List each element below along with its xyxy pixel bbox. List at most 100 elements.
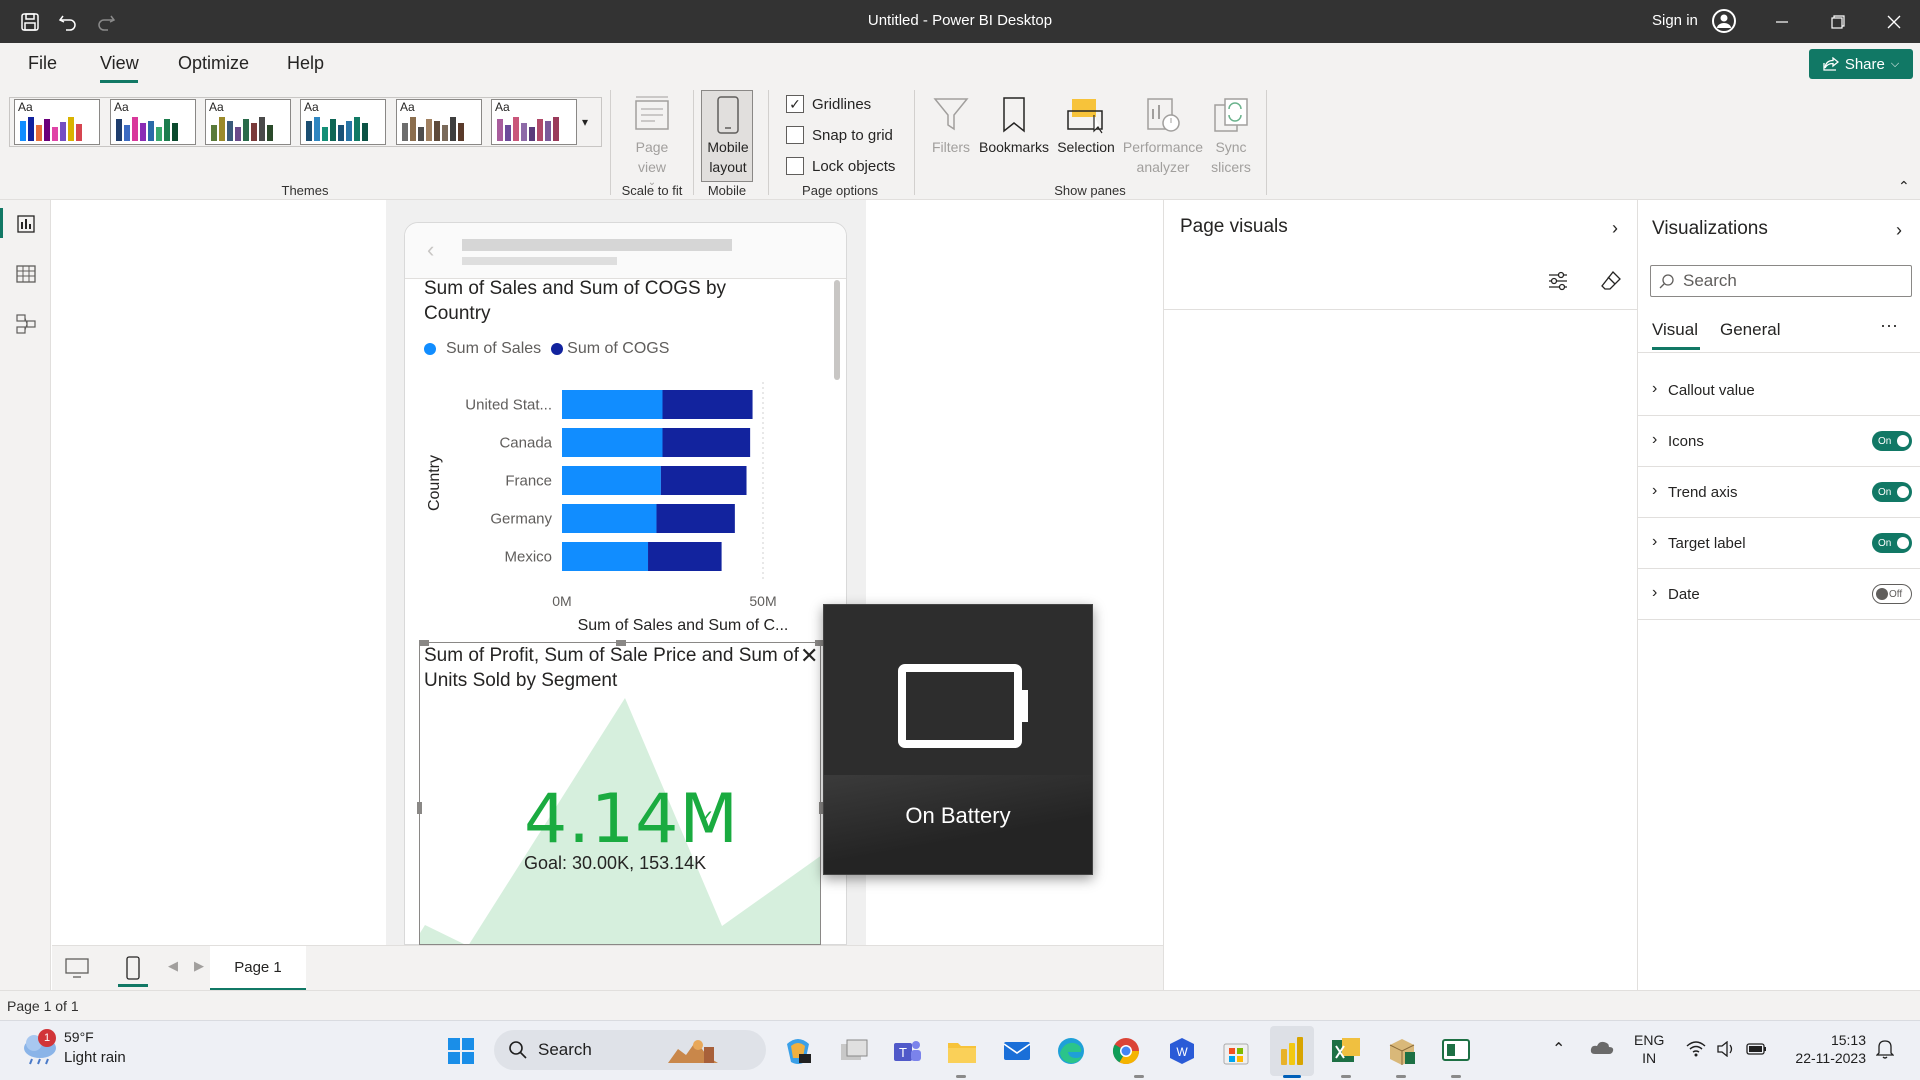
card-icons[interactable]: › Icons On: [1638, 416, 1920, 467]
model-view-icon[interactable]: [14, 312, 38, 336]
status-bar: Page 1 of 1: [0, 990, 1920, 1020]
wifi-icon[interactable]: [1686, 1041, 1706, 1062]
lock-objects-label: Lock objects: [812, 157, 896, 175]
phone-scrollbar[interactable]: [834, 280, 840, 380]
tab-general[interactable]: General: [1720, 320, 1780, 340]
bookmarks-button[interactable]: Bookmarks: [978, 93, 1050, 157]
visualizations-search-input[interactable]: Search: [1650, 265, 1912, 297]
power-bi-icon[interactable]: [1274, 1033, 1310, 1069]
taskbar-search-input[interactable]: Search: [494, 1030, 766, 1070]
tab-file[interactable]: File: [28, 53, 57, 74]
mobile-layout-button[interactable]: Mobile layout: [702, 93, 754, 177]
page-tab-page-1[interactable]: Page 1: [210, 946, 306, 991]
page-view-button[interactable]: Page view ⌄: [626, 93, 678, 193]
resize-handle[interactable]: [417, 802, 422, 814]
page-visuals-toolbar: [1164, 260, 1638, 310]
mobile-layout-icon[interactable]: [120, 956, 146, 980]
target-label-toggle[interactable]: On: [1872, 533, 1912, 553]
bar-cogs[interactable]: [648, 542, 722, 571]
copilot-icon[interactable]: [780, 1033, 816, 1069]
search-placeholder: Search: [1683, 271, 1737, 290]
store-icon[interactable]: [1218, 1033, 1254, 1069]
chevron-down-icon[interactable]: ▾: [582, 115, 588, 129]
performance-analyzer-button[interactable]: Performance analyzer: [1118, 93, 1208, 177]
mail-icon[interactable]: [999, 1033, 1035, 1069]
table-view-icon[interactable]: [14, 262, 38, 286]
theme-swatch-5[interactable]: Aa: [396, 99, 482, 145]
restore-icon[interactable]: [1826, 10, 1850, 34]
tab-view[interactable]: View: [100, 53, 139, 74]
report-view-icon[interactable]: [14, 212, 38, 236]
windows-start-icon[interactable]: [443, 1033, 479, 1069]
onedrive-icon[interactable]: [1590, 1039, 1614, 1060]
bar-sales[interactable]: [562, 542, 649, 571]
filter-icon: [933, 93, 969, 137]
date-toggle[interactable]: Off: [1872, 584, 1912, 604]
next-page-icon[interactable]: ▶: [194, 958, 204, 974]
close-icon[interactable]: [1882, 10, 1906, 34]
desktop-layout-icon[interactable]: [64, 956, 90, 980]
theme-swatch-6[interactable]: Aa: [491, 99, 577, 145]
close-icon[interactable]: ✕: [800, 643, 818, 669]
card-trend-axis[interactable]: › Trend axis On: [1638, 467, 1920, 518]
theme-swatch-3[interactable]: Aa: [205, 99, 291, 145]
bar-cogs[interactable]: [660, 466, 747, 495]
theme-swatch-1[interactable]: Aa: [14, 99, 100, 145]
card-target-label[interactable]: › Target label On: [1638, 518, 1920, 569]
bar-cogs[interactable]: [656, 504, 735, 533]
bar-sales[interactable]: [562, 428, 663, 457]
chevron-right-icon[interactable]: ›: [1612, 218, 1618, 239]
sign-in-link[interactable]: Sign in: [1652, 12, 1698, 29]
bar-chart[interactable]: United Stat... Canada France Germany Mexico 0…: [419, 370, 829, 640]
card-date[interactable]: › Date Off: [1638, 569, 1920, 620]
theme-aa: Aa: [18, 100, 33, 114]
bar-sales[interactable]: [562, 390, 663, 419]
clock[interactable]: 15:13 22-11-2023: [1786, 1031, 1866, 1067]
battery-icon: [898, 664, 1028, 748]
edge-icon[interactable]: [1053, 1033, 1089, 1069]
chrome-icon[interactable]: [1108, 1033, 1144, 1069]
language-indicator[interactable]: ENG IN: [1634, 1031, 1664, 1067]
filter-settings-icon[interactable]: [1547, 270, 1569, 297]
more-options-icon[interactable]: ···: [1880, 315, 1898, 336]
package-icon[interactable]: [1384, 1033, 1420, 1069]
card-callout-value[interactable]: › Callout value: [1638, 365, 1920, 416]
bar-cogs[interactable]: [662, 390, 753, 419]
weather-condition: Light rain: [64, 1049, 126, 1066]
share-button[interactable]: Share ⌵: [1809, 49, 1913, 79]
trend-axis-toggle[interactable]: On: [1872, 482, 1912, 502]
minimize-icon[interactable]: [1770, 10, 1794, 34]
chevron-up-icon[interactable]: ⌃: [1552, 1039, 1565, 1059]
selection-button[interactable]: Selection: [1054, 93, 1118, 157]
chevron-right-icon[interactable]: ›: [1896, 220, 1902, 241]
sync-slicers-button[interactable]: Sync slicers: [1208, 93, 1254, 177]
icons-toggle[interactable]: On: [1872, 431, 1912, 451]
account-icon[interactable]: [1712, 9, 1736, 33]
eraser-icon[interactable]: [1600, 270, 1622, 297]
volume-icon[interactable]: [1716, 1040, 1736, 1062]
bar-cogs[interactable]: [662, 428, 751, 457]
filters-button[interactable]: Filters: [928, 93, 974, 157]
snap-to-grid-checkbox[interactable]: Snap to grid: [786, 126, 893, 144]
excel-sheets-icon[interactable]: [1328, 1033, 1364, 1069]
theme-bars: [211, 117, 273, 141]
bar-sales[interactable]: [562, 504, 657, 533]
tab-optimize[interactable]: Optimize: [178, 53, 249, 74]
lock-objects-checkbox[interactable]: Lock objects: [786, 157, 895, 175]
tab-visual[interactable]: Visual: [1652, 320, 1698, 340]
battery-status-icon[interactable]: [1746, 1042, 1768, 1061]
remote-app-icon[interactable]: [1438, 1033, 1474, 1069]
theme-swatch-4[interactable]: Aa: [300, 99, 386, 145]
writer-icon[interactable]: W: [1164, 1033, 1200, 1069]
notification-bell-icon[interactable]: [1875, 1039, 1895, 1064]
collapse-ribbon-icon[interactable]: ⌃: [1898, 178, 1910, 195]
file-explorer-icon[interactable]: [944, 1033, 980, 1069]
task-view-icon[interactable]: [836, 1033, 872, 1069]
gridlines-checkbox[interactable]: ✓ Gridlines: [786, 95, 871, 113]
bar-sales[interactable]: [562, 466, 661, 495]
teams-icon[interactable]: T: [889, 1033, 925, 1069]
theme-swatch-2[interactable]: Aa: [110, 99, 196, 145]
selection-label: Selection: [1057, 139, 1115, 155]
tab-help[interactable]: Help: [287, 53, 324, 74]
prev-page-icon[interactable]: ◀: [168, 958, 178, 974]
